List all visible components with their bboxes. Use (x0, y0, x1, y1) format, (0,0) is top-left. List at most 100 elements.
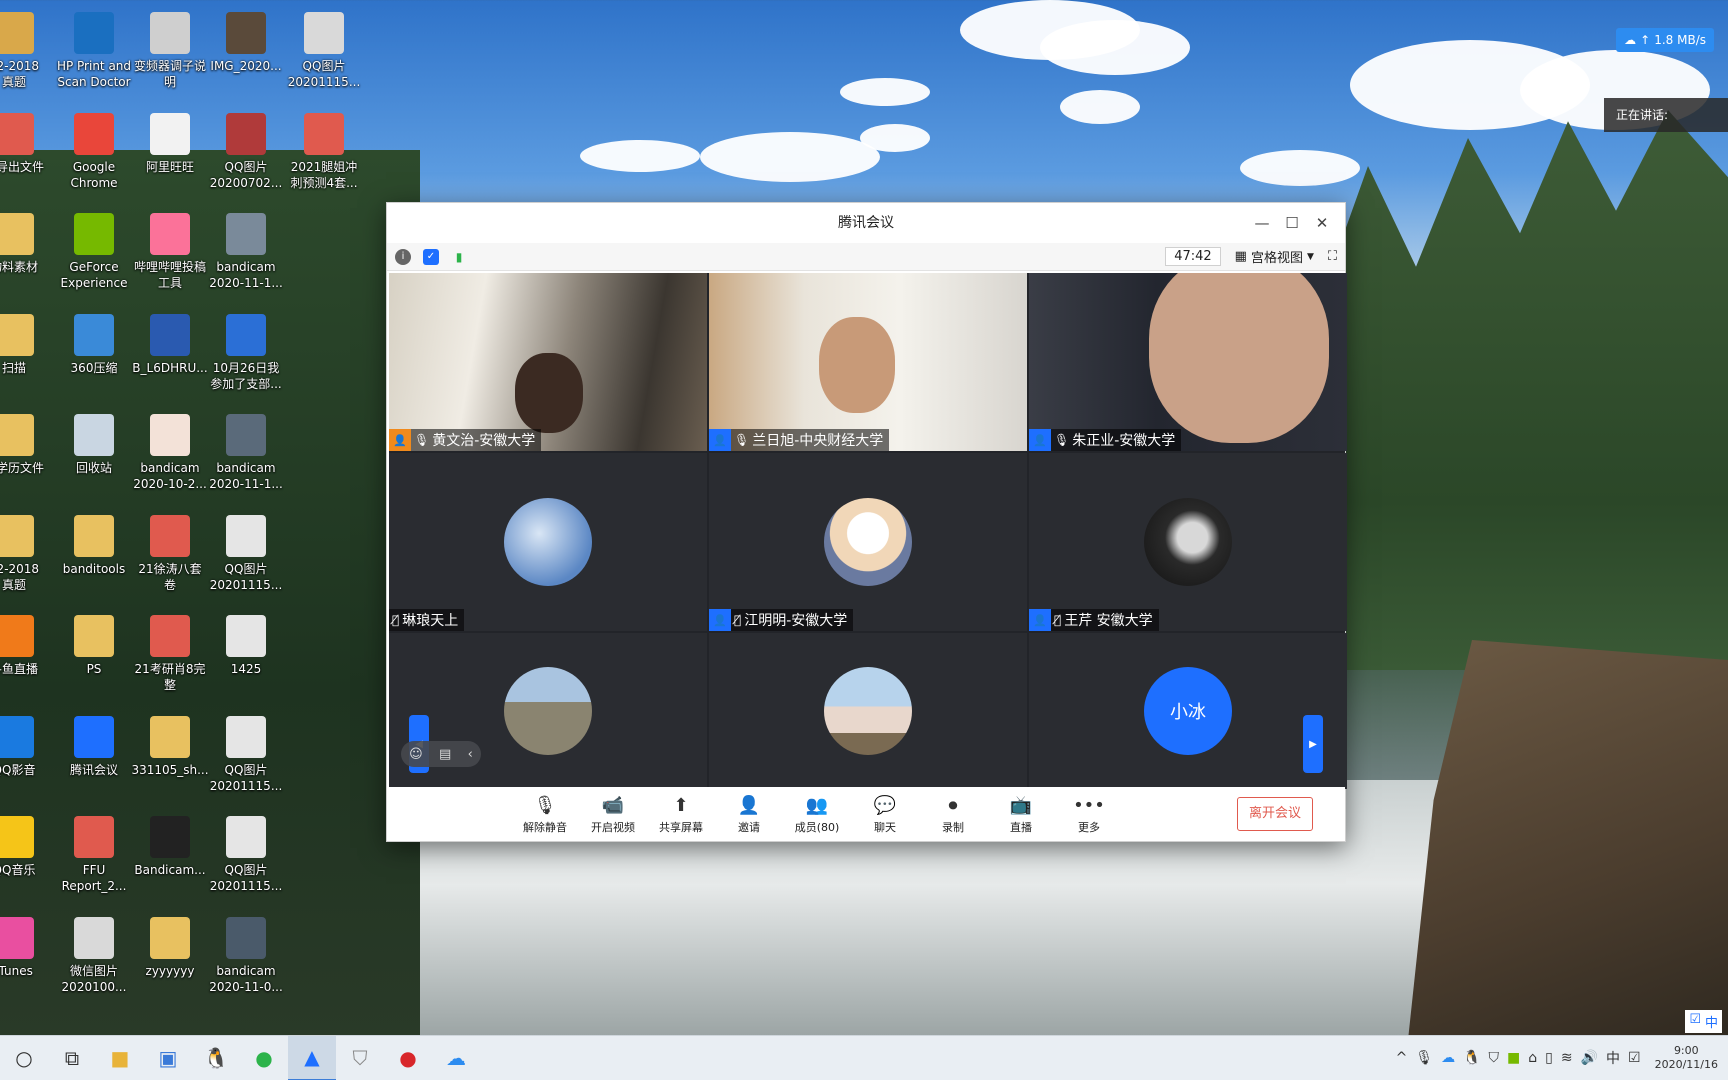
desktop-icon-label: 回收站 (75, 461, 112, 475)
desktop-icon[interactable]: 阿里旺旺 (126, 107, 214, 199)
desktop-icon[interactable]: PS (50, 609, 138, 701)
desktop-icon-label: bandicam 2020-11-0... (209, 963, 283, 994)
net-speed-widget[interactable]: ☁ ↑ 1.8 MB/s (1616, 28, 1714, 52)
toolbar-button-record[interactable]: ⏺ 录制 (919, 793, 987, 835)
desktop-icon[interactable]: 21考研肖8完 整 (126, 609, 214, 701)
desktop-icon[interactable]: bandicam 2020-11-1... (202, 207, 290, 299)
file-icon (150, 916, 190, 959)
desktop-icon[interactable]: QQ图片 20201115... (202, 509, 290, 601)
desktop-icon[interactable]: IMG_2020... (202, 6, 290, 98)
bullet-chat-icon[interactable]: ▤ (439, 747, 451, 762)
notification-icon[interactable]: ☑ (1628, 1050, 1641, 1066)
bandicam-button[interactable]: ● (384, 1036, 432, 1080)
desktop-icon[interactable]: FFU Report_2... (50, 810, 138, 902)
file-explorer-button[interactable]: ■ (96, 1036, 144, 1080)
desktop-icon[interactable]: 331105_sh... (126, 710, 214, 802)
desktop-icon[interactable]: bandicam 2020-11-1... (202, 408, 290, 500)
participant-tile[interactable]: 👤 🎙 黄文治-安徽大学 (389, 273, 707, 451)
battery-icon[interactable]: ▯ (1545, 1050, 1553, 1066)
task-view-button[interactable]: ⧉ (48, 1036, 96, 1080)
desktop-icon[interactable]: 10月26日我 参加了支部... (202, 308, 290, 400)
desktop-icon[interactable]: QQ图片 20200702... (202, 107, 290, 199)
toolbar-button-label: 录制 (942, 821, 964, 834)
view-switch-button[interactable]: ▦ 宫格视图 ▼ (1235, 247, 1314, 266)
file-icon (74, 313, 114, 356)
control-panel-button[interactable]: ▣ (144, 1036, 192, 1080)
desktop-icon-label: 1425 (230, 662, 262, 676)
desktop-icon[interactable]: bandicam 2020-11-0... (202, 911, 290, 1003)
participant-tile[interactable]: 👤 🎙 兰日旭-中央财经大学 (709, 273, 1027, 451)
shield-tray-icon[interactable]: ⛉ (1489, 1050, 1500, 1066)
shield-icon[interactable]: ✓ (423, 248, 439, 265)
toolbar-button-share-screen[interactable]: ⬆ 共享屏幕 (647, 793, 715, 835)
participant-tile[interactable]: 👤 🎙 朱正业-安徽大学 (1029, 273, 1347, 451)
wifi-icon[interactable]: ≋ (1561, 1050, 1573, 1066)
tencent-meeting-button[interactable]: ▲ (288, 1035, 336, 1080)
desktop-icon[interactable]: Google Chrome (50, 107, 138, 199)
wechat-button[interactable]: ● (240, 1036, 288, 1080)
file-icon (226, 213, 266, 255)
collapse-icon[interactable]: ‹ (468, 747, 473, 762)
ime-indicator[interactable]: ☑ 中 (1685, 1010, 1722, 1033)
volume-icon[interactable]: 🔊 (1581, 1050, 1598, 1066)
info-icon[interactable]: i (395, 248, 411, 265)
nvidia-icon[interactable]: ■ (1507, 1050, 1520, 1066)
leave-meeting-button[interactable]: 离开会议 (1237, 797, 1313, 831)
chevron-up-icon[interactable]: ^ (1396, 1050, 1408, 1066)
file-icon (74, 615, 114, 657)
desktop-icon-label: 2021腿姐冲 刺预测4套... (290, 159, 358, 190)
clock[interactable]: 9:00 2020/11/16 (1655, 1044, 1718, 1072)
desktop-icon[interactable]: bandicam 2020-10-2... (126, 408, 214, 500)
desktop-icon[interactable]: GeForce Experience (50, 207, 138, 299)
window-titlebar[interactable]: 腾讯会议 — ☐ ✕ (387, 203, 1345, 243)
qq-button[interactable]: 🐧 (192, 1036, 240, 1080)
participant-tile[interactable]: 🎙̸ 琳琅天上 (389, 453, 707, 631)
participant-tile[interactable] (709, 633, 1027, 789)
avatar (1144, 498, 1232, 586)
maximize-button[interactable]: ☐ (1277, 203, 1307, 243)
participant-tile[interactable]: 小冰 (1029, 633, 1347, 789)
desktop-icon[interactable]: QQ图片 20201115... (202, 710, 290, 802)
toolbar-button-label: 聊天 (874, 821, 896, 834)
desktop-icon[interactable]: 1425 (202, 609, 290, 701)
toolbar-button-video-off[interactable]: 📹 开启视频 (579, 793, 647, 835)
minimize-button[interactable]: — (1247, 203, 1277, 243)
desktop-icon[interactable]: 2021腿姐冲 刺预测4套... (280, 107, 368, 199)
toolbar-button-invite[interactable]: 👤 邀请 (715, 793, 783, 835)
close-button[interactable]: ✕ (1307, 203, 1337, 243)
signal-icon[interactable]: ▮ (451, 249, 467, 265)
search-button[interactable]: ○ (0, 1036, 48, 1080)
fullscreen-button[interactable]: ⛶ (1328, 249, 1337, 264)
desktop-icon[interactable]: banditools (50, 509, 138, 601)
baidu-netdisk-button[interactable]: ☁ (432, 1036, 480, 1080)
toolbar-button-mic-muted[interactable]: 🎙 解除静音 (511, 793, 579, 835)
desktop-icon[interactable]: Bandicam... (126, 810, 214, 902)
usb-icon[interactable]: ⌂ (1528, 1050, 1537, 1066)
toolbar-button-chat[interactable]: 💬 聊天 (851, 793, 919, 835)
desktop-icon[interactable]: 腾讯会议 (50, 710, 138, 802)
desktop-icon[interactable]: zyyyyyy (126, 911, 214, 1003)
desktop-icon[interactable]: 变频器调子说 明 (126, 6, 214, 98)
desktop-icon[interactable]: HP Print and Scan Doctor (50, 6, 138, 98)
desktop-icon[interactable]: 回收站 (50, 408, 138, 500)
desktop-icon[interactable]: QQ图片 20201115... (202, 810, 290, 902)
desktop-icon[interactable]: 微信图片 2020100... (50, 911, 138, 1003)
toolbar-button-more[interactable]: ••• 更多 (1055, 793, 1123, 835)
desktop-icon[interactable]: B_L6DHRU... (126, 308, 214, 400)
participant-tile[interactable]: 👤 🎙̸ 江明明-安徽大学 (709, 453, 1027, 631)
toolbar-button-live[interactable]: 📺 直播 (987, 793, 1055, 835)
cloud-icon[interactable]: ☁ (1441, 1050, 1455, 1066)
next-page-button[interactable]: ▶ (1303, 715, 1323, 773)
desktop-icon[interactable]: 哔哩哔哩投稿 工具 (126, 207, 214, 299)
security-app-button[interactable]: ⛉ (336, 1036, 384, 1080)
file-icon (74, 112, 114, 155)
participant-tile[interactable]: 👤 🎙̸ 王芹 安徽大学 (1029, 453, 1347, 631)
desktop-icon[interactable]: 21徐涛八套 卷 (126, 509, 214, 601)
desktop-icon[interactable]: QQ图片 20201115... (280, 6, 368, 98)
qq-tray-icon[interactable]: 🐧 (1463, 1050, 1480, 1066)
emoji-icon[interactable]: ☺ (409, 747, 423, 762)
desktop-icon[interactable]: 360压缩 (50, 308, 138, 400)
mic-icon[interactable]: 🎙 (1415, 1050, 1433, 1066)
toolbar-button-members[interactable]: 👥 成员(80) (783, 793, 851, 835)
ime-icon[interactable]: 中 (1606, 1048, 1620, 1068)
